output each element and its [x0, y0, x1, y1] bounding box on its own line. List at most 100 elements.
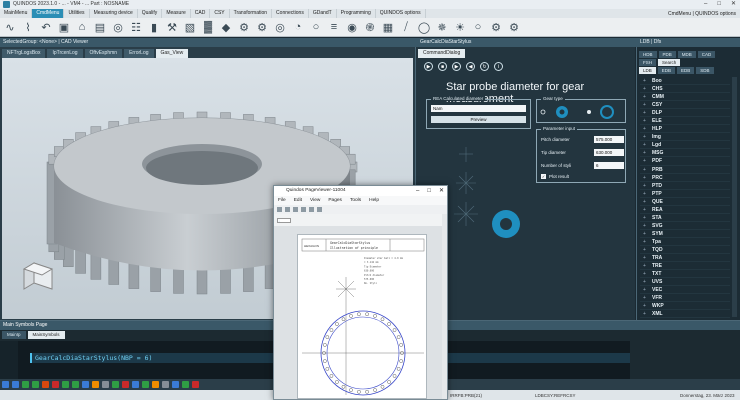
zoom-in-icon[interactable] — [293, 207, 298, 212]
factory-icon[interactable]: ▓ — [200, 19, 216, 35]
preview-button[interactable]: Preview — [431, 116, 526, 123]
page-viewer-scrollbar[interactable] — [442, 214, 447, 399]
menu-item-transformation[interactable]: Transformation — [230, 9, 273, 18]
pv-close-button[interactable]: ✕ — [439, 186, 444, 196]
fit-page-icon[interactable] — [277, 207, 282, 212]
db-item-que[interactable]: QUE — [640, 198, 730, 206]
db-item-vec[interactable]: VEC — [640, 286, 730, 295]
db-item-tqd[interactable]: TQD — [640, 246, 730, 255]
dial-icon[interactable]: ◔ — [290, 19, 306, 35]
menu-item-programming[interactable]: Programming — [337, 9, 376, 18]
zoom-field[interactable]: 1 — [277, 218, 291, 223]
db-item-boo[interactable]: Boo — [640, 77, 730, 86]
db-item-tre[interactable]: TRE — [640, 262, 730, 271]
gear-ring-icon[interactable]: ◎ — [272, 19, 288, 35]
cube-icon[interactable]: ▧ — [182, 19, 198, 35]
plot-result-checkbox[interactable]: ✓ — [541, 174, 546, 179]
run-icon[interactable]: ▶ — [424, 62, 433, 71]
tag-icon[interactable]: ⌂ — [74, 19, 90, 35]
error-icon[interactable] — [122, 381, 129, 388]
star-gear-icon[interactable]: ✵ — [434, 19, 450, 35]
slash-icon[interactable]: ⧸ — [398, 19, 414, 35]
minimize-button[interactable]: – — [704, 0, 707, 9]
calc-diameter-select[interactable]: Nam — [431, 105, 526, 112]
tree-icon[interactable] — [172, 381, 179, 388]
pv-minimize-button[interactable]: – — [416, 186, 419, 196]
gear-outline-icon[interactable]: ⚙ — [254, 19, 270, 35]
db-tab-cad[interactable]: CAD — [697, 51, 716, 58]
db-list-scrollbar[interactable] — [732, 77, 737, 317]
db-item-vfr[interactable]: VFR — [640, 294, 730, 303]
menu-item-qualify[interactable]: Qualify — [138, 9, 163, 18]
continue-icon[interactable] — [32, 381, 39, 388]
tab-iptrcenlog[interactable]: IpTrcenLog — [47, 49, 83, 58]
gear-type-radio-internal[interactable] — [587, 110, 591, 114]
play-icon[interactable] — [2, 381, 9, 388]
tab-command-dialog[interactable]: CommandDialog — [418, 49, 466, 58]
db-item-pdf[interactable]: PDF — [640, 157, 730, 166]
maximize-button[interactable]: □ — [717, 0, 721, 9]
undo-arrow-icon[interactable]: ↶ — [38, 19, 54, 35]
zigzag-icon[interactable]: ⌇ — [20, 19, 36, 35]
break-icon[interactable] — [92, 381, 99, 388]
sun-icon[interactable]: ☀ — [452, 19, 468, 35]
pv-menu-pages[interactable]: Pages — [328, 196, 342, 205]
pv-menu-help[interactable]: Help — [369, 196, 379, 205]
abort-icon[interactable] — [192, 381, 199, 388]
db-tab-ldb[interactable]: LDB — [639, 67, 656, 74]
folder-icon[interactable]: ▤ — [92, 19, 108, 35]
info-icon[interactable]: i — [494, 62, 503, 71]
db-tab-search[interactable]: Search — [658, 59, 681, 66]
pv-menu-view[interactable]: View — [310, 196, 320, 205]
menu-item-gdandt[interactable]: GDandT — [309, 9, 337, 18]
back-icon[interactable]: ◀ — [466, 62, 475, 71]
print-icon[interactable] — [285, 207, 290, 212]
db-item-sta[interactable]: STA — [640, 214, 730, 222]
db-item-ptd[interactable]: PTD — [640, 182, 730, 190]
record-icon[interactable] — [62, 381, 69, 388]
pitch-diameter-input[interactable]: 575.000 — [594, 136, 624, 143]
stop-icon[interactable] — [52, 381, 59, 388]
export-icon[interactable] — [317, 207, 322, 212]
db-item-uvs[interactable]: UVS — [640, 278, 730, 287]
go-icon[interactable] — [182, 381, 189, 388]
db-item-xml[interactable]: XML — [640, 310, 730, 319]
reset-icon[interactable]: ↻ — [480, 62, 489, 71]
lines-icon[interactable]: ≡ — [326, 19, 342, 35]
db-item-chs[interactable]: CHS — [640, 85, 730, 94]
db-item-sym[interactable]: SYM — [640, 230, 730, 238]
restart-icon[interactable] — [82, 381, 89, 388]
run-to-icon[interactable] — [72, 381, 79, 388]
warn-icon[interactable] — [152, 381, 159, 388]
globe-icon[interactable]: ◎ — [110, 19, 126, 35]
check-icon[interactable] — [112, 381, 119, 388]
db-item-csy[interactable]: CSY — [640, 101, 730, 110]
pv-menu-edit[interactable]: Edit — [294, 196, 302, 205]
tab-oftvesphmn[interactable]: OftvEsphmn — [84, 49, 123, 58]
ring-icon-2[interactable]: ○ — [470, 19, 486, 35]
db-item-ptp[interactable]: PTP — [640, 190, 730, 198]
db-item-cmm[interactable]: CMM — [640, 93, 730, 102]
db-item-txt[interactable]: TXT — [640, 270, 730, 279]
pv-maximize-button[interactable]: □ — [427, 186, 431, 196]
ring-icon[interactable]: ◯ — [416, 19, 432, 35]
cylinder-icon[interactable]: ▮ — [146, 19, 162, 35]
tab-nftrglogsbox[interactable]: NFTrgLogsBox — [2, 49, 46, 58]
ok-icon[interactable] — [142, 381, 149, 388]
db-item-rea[interactable]: REA — [640, 206, 730, 214]
db-item-tra[interactable]: TRA — [640, 254, 730, 263]
db-item-svg[interactable]: SVG — [640, 222, 730, 230]
step-over-icon[interactable] — [22, 381, 29, 388]
menu-item-utilities[interactable]: Utilities — [64, 9, 90, 18]
step-into-icon[interactable] — [12, 381, 19, 388]
pv-menu-file[interactable]: File — [278, 196, 286, 205]
menu-item-measuring-device[interactable]: Measuring device — [90, 9, 138, 18]
stamp-icon[interactable]: ▣ — [56, 19, 72, 35]
grid-icon[interactable]: ▦ — [380, 19, 396, 35]
menu-item-quindos-options[interactable]: QUINDOS options — [376, 9, 426, 18]
step-icon[interactable]: ▶ — [452, 62, 461, 71]
menu-item-measure[interactable]: Measure — [162, 9, 191, 18]
info-icon[interactable] — [132, 381, 139, 388]
db-tab-edb[interactable]: EDB — [677, 67, 695, 74]
db-tab-pdb[interactable]: PDB — [658, 51, 676, 58]
